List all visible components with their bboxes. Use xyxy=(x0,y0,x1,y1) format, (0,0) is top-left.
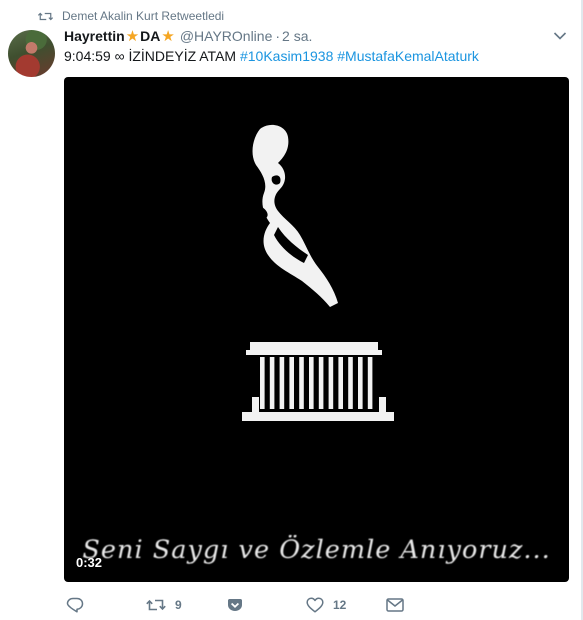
tweet-actions: 9 12 xyxy=(64,594,569,616)
retweet-count: 9 xyxy=(175,598,182,612)
heart-icon xyxy=(306,597,324,613)
anitkabir-column xyxy=(260,357,265,409)
author-handle[interactable]: @HAYROnline xyxy=(180,28,273,44)
reply-button[interactable] xyxy=(66,594,93,616)
video-duration: 0:32 xyxy=(76,555,103,570)
tweet-header: Hayrettin ★ DA ★ @HAYROnline · 2 sa. xyxy=(64,27,312,45)
ataturk-anitkabir-artwork xyxy=(242,124,394,421)
tweet-text-body: 9:04:59 ∞ İZİNDEYİZ ATAM xyxy=(64,48,237,64)
anitkabir-column xyxy=(269,357,275,409)
anitkabir-column xyxy=(299,357,304,409)
anitkabir-column xyxy=(309,357,314,409)
vote-button[interactable] xyxy=(227,594,243,616)
chevron-down-icon[interactable] xyxy=(553,31,567,41)
vote-icon xyxy=(228,599,242,611)
video-caption-wrap: Seni Saygı ve Özlemle Anıyoruz... xyxy=(64,535,569,564)
anitkabir-column xyxy=(279,357,285,409)
anitkabir-column xyxy=(348,357,353,409)
video-player[interactable]: Seni Saygı ve Özlemle Anıyoruz... 0:32 xyxy=(64,77,569,582)
retweet-icon xyxy=(38,12,53,20)
ataturk-silhouette xyxy=(252,124,338,307)
anitkabir-column xyxy=(289,357,294,409)
star-icon: ★ xyxy=(125,28,140,45)
like-button[interactable]: 12 xyxy=(306,594,346,616)
anitkabir-column xyxy=(367,357,373,409)
separator: · xyxy=(275,28,281,44)
anitkabir-columns xyxy=(260,357,373,409)
reply-icon xyxy=(66,597,84,613)
anitkabir-column xyxy=(328,357,334,409)
hashtag-link[interactable]: #MustafaKemalAtaturk xyxy=(337,48,479,64)
hashtag-link[interactable]: #10Kasim1938 xyxy=(240,48,333,64)
timestamp[interactable]: 2 sa. xyxy=(282,28,312,44)
like-count: 12 xyxy=(333,598,347,612)
author-name-part2[interactable]: DA xyxy=(140,28,160,44)
direct-message-button[interactable] xyxy=(386,594,404,616)
author-name-part1[interactable]: Hayrettin xyxy=(64,28,125,44)
star-icon: ★ xyxy=(161,28,175,45)
retweet-icon xyxy=(146,599,166,611)
retweet-context[interactable]: Demet Akalin Kurt Retweetledi xyxy=(38,8,224,24)
anitkabir-column xyxy=(338,357,343,409)
tweet-text: 9:04:59 ∞ İZİNDEYİZ ATAM #10Kasim1938 #M… xyxy=(64,48,479,66)
video-caption: Seni Saygı ve Özlemle Anıyoruz... xyxy=(82,535,551,564)
anitkabir-column xyxy=(318,357,324,409)
envelope-icon xyxy=(386,598,404,612)
anitkabir-column xyxy=(358,357,363,409)
retweet-button[interactable]: 9 xyxy=(146,594,182,616)
avatar[interactable] xyxy=(8,30,55,77)
retweet-context-label: Demet Akalin Kurt Retweetledi xyxy=(62,9,225,23)
